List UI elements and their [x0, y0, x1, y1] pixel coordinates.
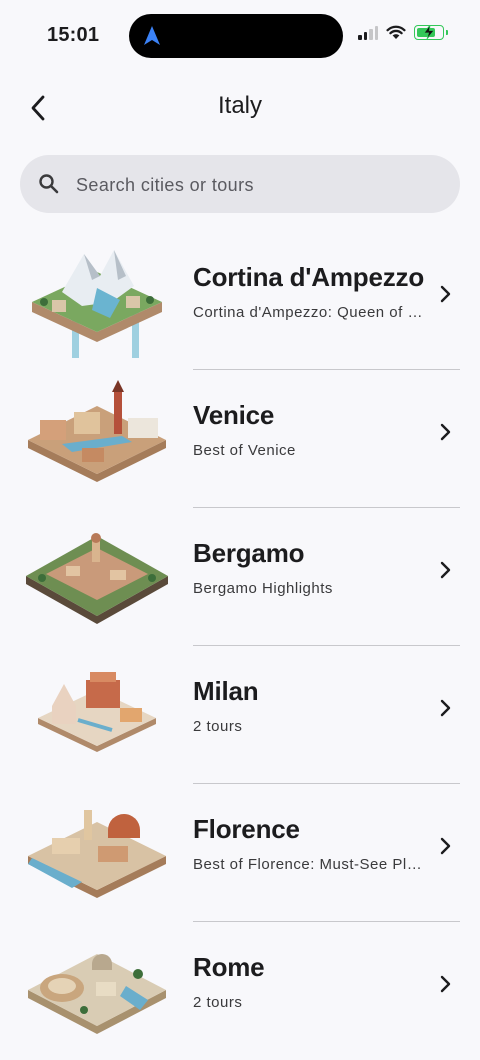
city-row-venice[interactable]: Venice Best of Venice	[0, 370, 480, 508]
city-name: Florence	[193, 814, 300, 844]
city-list: Cortina d'Ampezzo Cortina d'Ampezzo: Que…	[0, 232, 480, 1060]
city-row-bergamo[interactable]: Bergamo Bergamo Highlights	[0, 508, 480, 646]
city-subtitle: 2 tours	[193, 718, 243, 735]
city-name: Cortina d'Ampezzo	[193, 262, 425, 292]
rome-thumbnail	[28, 954, 166, 1034]
status-bar: 15:01	[0, 0, 480, 70]
city-row-milan[interactable]: Milan 2 tours	[0, 646, 480, 784]
dynamic-island	[129, 14, 343, 58]
wifi-icon	[386, 25, 406, 39]
cortina-thumbnail	[32, 250, 162, 358]
chevron-right-icon	[440, 423, 451, 441]
navigation-arrow-icon	[144, 26, 160, 45]
city-name: Venice	[193, 400, 275, 430]
florence-thumbnail	[28, 810, 166, 898]
search-icon	[39, 174, 59, 194]
milan-thumbnail	[38, 672, 156, 752]
city-row-rome[interactable]: Rome 2 tours	[0, 922, 480, 1060]
chevron-right-icon	[440, 561, 451, 579]
chevron-right-icon	[440, 975, 451, 993]
city-subtitle: Cortina d'Ampezzo: Queen of the Dolomite…	[193, 304, 425, 321]
status-time: 15:01	[47, 24, 100, 46]
search-bar[interactable]	[20, 155, 460, 215]
city-subtitle: Best of Venice	[193, 442, 296, 459]
chevron-right-icon	[440, 837, 451, 855]
search-input[interactable]	[74, 155, 448, 215]
battery-charging-icon	[414, 25, 448, 40]
city-name: Milan	[193, 676, 259, 706]
venice-thumbnail	[28, 380, 166, 482]
city-name: Bergamo	[193, 538, 305, 568]
page-title: Italy	[217, 92, 262, 119]
bergamo-thumbnail	[26, 533, 168, 624]
city-row-cortina[interactable]: Cortina d'Ampezzo Cortina d'Ampezzo: Que…	[0, 232, 480, 370]
chevron-right-icon	[440, 285, 451, 303]
city-subtitle: 2 tours	[193, 994, 243, 1011]
cellular-signal-icon	[358, 25, 378, 40]
chevron-right-icon	[440, 699, 451, 717]
city-name: Rome	[193, 952, 265, 982]
city-subtitle: Best of Florence: Must-See Places	[193, 856, 425, 873]
status-icons	[358, 25, 448, 40]
city-subtitle: Bergamo Highlights	[193, 580, 333, 597]
city-row-florence[interactable]: Florence Best of Florence: Must-See Plac…	[0, 784, 480, 922]
